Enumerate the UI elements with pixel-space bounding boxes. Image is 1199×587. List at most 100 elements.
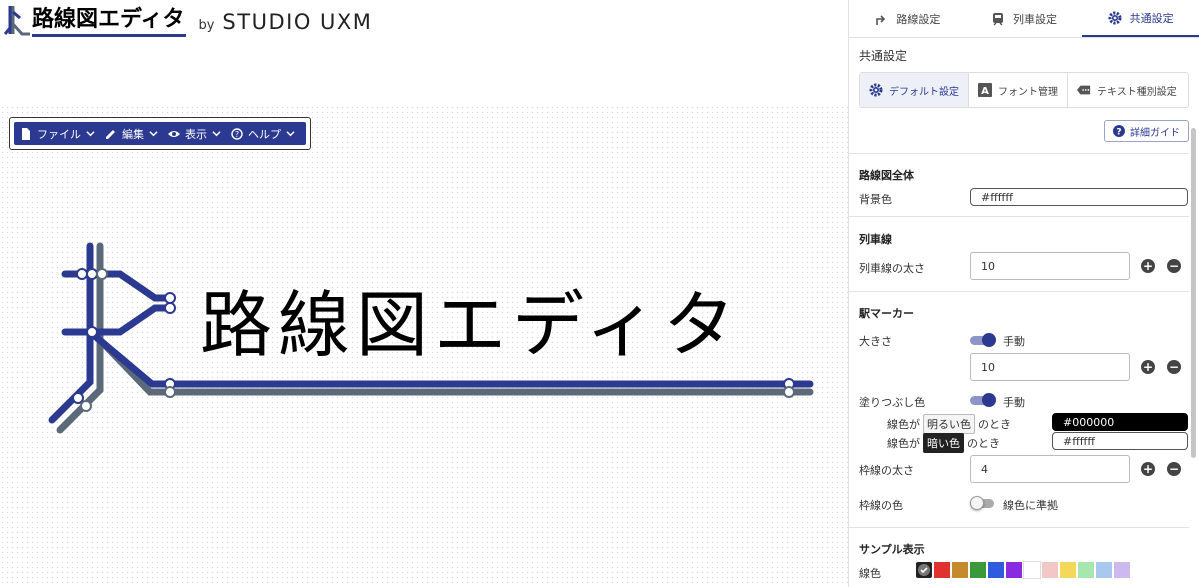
whole-map-heading: 路線図全体 <box>859 169 914 182</box>
border-color-mode-toggle[interactable] <box>970 496 996 510</box>
file-icon <box>22 127 30 140</box>
color-swatch[interactable] <box>1059 561 1077 579</box>
toolbar-container: ファイル 編集 表示 ? ヘルプ <box>9 117 311 150</box>
fill-dark-color-input[interactable]: #ffffff <box>1052 432 1188 450</box>
selected-color-swatch[interactable] <box>915 561 933 579</box>
gear-icon <box>869 83 883 97</box>
tab-train-settings[interactable]: 列車設定 <box>966 0 1083 37</box>
fill-dark-suffix: のとき <box>967 437 1000 450</box>
decrement-minus-button[interactable]: − <box>1167 360 1181 374</box>
decrement-minus-button[interactable]: − <box>1167 259 1181 273</box>
tab-label: 共通設定 <box>1129 11 1174 25</box>
font-icon: A <box>978 83 992 97</box>
line-color-label: 線色 <box>859 567 881 580</box>
bg-color-input[interactable]: #ffffff <box>970 188 1188 206</box>
border-color-label: 枠線の色 <box>859 499 903 512</box>
detail-guide-button[interactable]: ? 詳細ガイド <box>1104 120 1189 142</box>
marker-size-mode-label: 手動 <box>1003 335 1025 348</box>
gear-icon <box>1108 11 1122 24</box>
studio-brand-text: STUDIO UXM <box>222 10 373 34</box>
fill-color-label: 塗りつぶし色 <box>859 396 926 409</box>
route-turn-icon <box>876 14 886 25</box>
divider <box>849 291 1189 292</box>
common-subtabs: デフォルト設定 A フォント管理 テキスト種別設定 <box>859 72 1189 108</box>
app-logo-mark-icon <box>4 6 30 36</box>
color-swatch[interactable] <box>1041 561 1059 579</box>
tab-label: 列車設定 <box>1013 12 1057 26</box>
color-swatch[interactable] <box>987 561 1005 579</box>
logo-title-text: 路線図エディタ <box>200 283 741 367</box>
color-swatch[interactable] <box>969 561 987 579</box>
fill-color-mode-toggle[interactable] <box>970 393 996 407</box>
color-swatch[interactable] <box>1113 561 1131 579</box>
chevron-down-icon <box>86 131 95 137</box>
tab-route-settings[interactable]: 路線設定 <box>849 0 966 37</box>
chevron-down-icon <box>149 131 158 137</box>
help-circle-icon: ? <box>231 127 243 140</box>
fill-dark-prefix: 線色が <box>887 437 920 450</box>
train-line-width-label: 列車線の太さ <box>859 262 925 275</box>
light-color-chip: 明るい色 <box>923 414 975 434</box>
increment-plus-button[interactable]: + <box>1141 462 1155 476</box>
border-width-label: 枠線の太さ <box>859 464 914 477</box>
color-swatch[interactable] <box>933 561 951 579</box>
dark-color-chip: 暗い色 <box>923 433 964 453</box>
help-menu-button[interactable]: ? ヘルプ <box>231 126 295 142</box>
panel-section-title: 共通設定 <box>859 49 908 63</box>
increment-plus-button[interactable]: + <box>1141 259 1155 273</box>
color-swatch[interactable] <box>1023 561 1041 579</box>
marker-size-input[interactable]: 10 <box>970 353 1130 381</box>
subtab-default-settings[interactable]: デフォルト設定 <box>860 73 969 107</box>
view-menu-button[interactable]: 表示 <box>168 126 221 142</box>
subtab-font-management[interactable]: A フォント管理 <box>969 73 1068 107</box>
app-title: 路線図エディタ <box>32 7 187 37</box>
eye-icon <box>168 130 180 137</box>
increment-plus-button[interactable]: + <box>1141 360 1155 374</box>
marker-size-mode-toggle[interactable] <box>970 333 996 347</box>
color-swatch[interactable] <box>1005 561 1023 579</box>
brand-by-text: by <box>198 17 215 33</box>
fill-color-mode-label: 手動 <box>1003 396 1025 409</box>
fill-light-color-input[interactable]: #000000 <box>1052 413 1188 431</box>
train-icon <box>993 12 1003 25</box>
edit-menu-button[interactable]: 編集 <box>105 126 158 142</box>
divider <box>849 527 1189 528</box>
help-menu-label: ヘルプ <box>248 127 281 141</box>
settings-scroll-area: ? 詳細ガイド 路線図全体 背景色 #ffffff 列車線 列車線の太さ 10 … <box>849 112 1189 587</box>
sample-heading: サンプル表示 <box>859 543 925 556</box>
marker-size-label: 大きさ <box>859 335 892 348</box>
fill-light-condition: 線色が 明るい色 のとき <box>887 414 1011 434</box>
decrement-minus-button[interactable]: − <box>1167 462 1181 476</box>
train-line-width-input[interactable]: 10 <box>970 252 1130 280</box>
file-menu-button[interactable]: ファイル <box>20 126 95 142</box>
subtab-label: テキスト種別設定 <box>1097 86 1177 98</box>
main-toolbar: ファイル 編集 表示 ? ヘルプ <box>14 122 306 145</box>
color-swatch[interactable] <box>951 561 969 579</box>
check-circle-icon <box>918 564 930 576</box>
subtab-label: フォント管理 <box>998 86 1058 98</box>
chevron-down-icon <box>212 131 221 137</box>
fill-dark-condition: 線色が 暗い色 のとき <box>887 433 1000 453</box>
fill-light-suffix: のとき <box>978 418 1011 431</box>
subtab-label: デフォルト設定 <box>889 86 959 98</box>
divider <box>849 153 1189 154</box>
panel-scrollbar[interactable] <box>1191 128 1196 458</box>
divider <box>849 216 1189 217</box>
svg-text:?: ? <box>235 130 239 139</box>
train-line-heading: 列車線 <box>859 233 892 246</box>
settings-tabs: 路線設定 列車設定 共通設定 <box>849 0 1199 38</box>
help-circle-icon: ? <box>1113 125 1125 137</box>
subtab-text-type-settings[interactable]: テキスト種別設定 <box>1068 73 1186 107</box>
fill-light-prefix: 線色が <box>887 418 920 431</box>
settings-panel: 路線設定 列車設定 共通設定 共通設定 デフォルト設定 A フォント管理 テキス… <box>848 0 1199 587</box>
tab-common-settings[interactable]: 共通設定 <box>1082 0 1199 37</box>
app-header-brand: 路線図エディタ by STUDIO UXM <box>4 2 372 42</box>
pencil-icon <box>106 129 115 139</box>
station-marker-heading: 駅マーカー <box>859 307 914 320</box>
guide-button-label: 詳細ガイド <box>1130 127 1180 139</box>
color-swatch[interactable] <box>1095 561 1113 579</box>
border-width-input[interactable]: 4 <box>970 455 1130 483</box>
color-swatch[interactable] <box>1077 561 1095 579</box>
label-tag-icon <box>1077 85 1091 95</box>
file-menu-label: ファイル <box>37 127 81 141</box>
